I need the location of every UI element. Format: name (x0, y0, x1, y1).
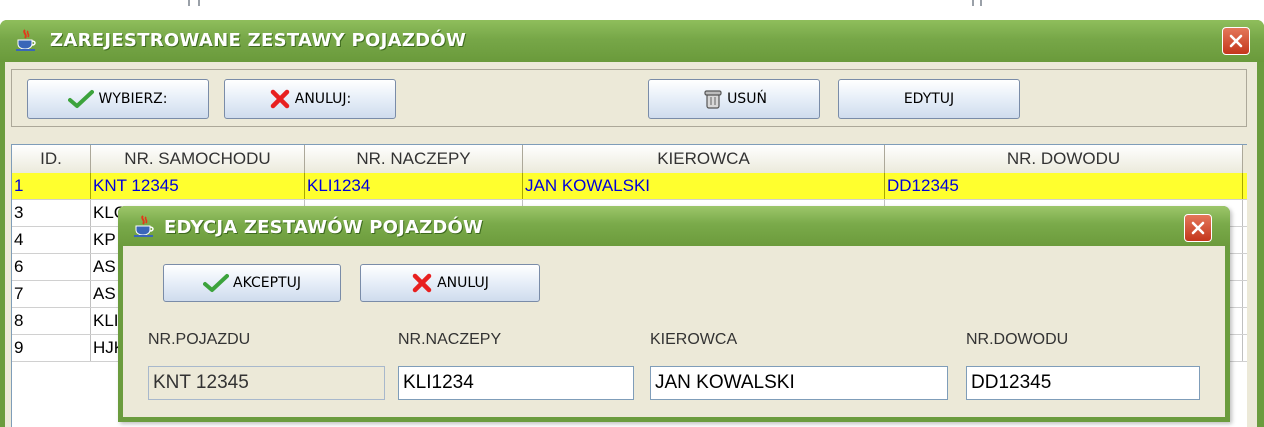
background-window-strip (0, 0, 1264, 22)
main-close-button[interactable] (1222, 27, 1250, 55)
dialog-cancel-button[interactable]: ANULUJ (360, 264, 540, 302)
select-button-label: WYBIERZ: (98, 91, 168, 107)
table-cell: DD12345 (885, 173, 1243, 199)
select-button[interactable]: WYBIERZ: (27, 79, 209, 119)
dialog-titlebar[interactable]: EDYCJA ZESTAWÓW POJAZDÓW (118, 206, 1230, 246)
column-header-document[interactable]: NR. DOWODU (885, 145, 1243, 173)
cancel-button-label: ANULUJ: (294, 91, 352, 107)
document-number-field[interactable] (966, 366, 1200, 400)
dialog-title: EDYCJA ZESTAWÓW POJAZDÓW (164, 217, 484, 238)
cancel-button[interactable]: ANULUJ: (224, 79, 396, 119)
cross-icon (270, 89, 289, 109)
driver-label: KIEROWCA (650, 331, 738, 348)
dialog-client-area: AKCEPTUJ ANULUJ NR.POJAZDU NR.NACZEPY KI… (123, 246, 1225, 417)
vehicle-number-label: NR.POJAZDU (148, 331, 251, 348)
delete-button-label: USUŃ (727, 91, 767, 107)
cross-icon (412, 273, 432, 293)
document-number-label: NR.DOWODU (966, 331, 1069, 348)
table-cell: KNT 12345 (91, 173, 305, 199)
table-cell: 3 (12, 200, 91, 226)
checkmark-icon (68, 90, 95, 108)
edit-button-label: EDYTUJ (903, 91, 955, 107)
trash-bin-icon (704, 90, 722, 109)
main-window-title: ZAREJESTROWANE ZESTAWY POJAZDÓW (50, 30, 467, 51)
close-icon (1229, 34, 1243, 48)
table-header: ID. NR. SAMOCHODU NR. NACZEPY KIEROWCA N… (12, 145, 1247, 174)
table-row[interactable]: 1 KNT 12345 KLI1234 JAN KOWALSKI DD12345 (12, 173, 1247, 200)
background-divider (972, 0, 974, 6)
trailer-number-label: NR.NACZEPY (398, 331, 502, 348)
edit-dialog: EDYCJA ZESTAWÓW POJAZDÓW AKCEPTUJ ANULUJ… (118, 206, 1230, 422)
vehicle-number-field[interactable] (148, 366, 385, 400)
table-cell: 9 (12, 335, 91, 361)
toolbar-panel: WYBIERZ: ANULUJ: USUŃ EDYTUJ (11, 69, 1247, 127)
dialog-cancel-button-label: ANULUJ (437, 275, 489, 291)
table-cell: 8 (12, 308, 91, 334)
checkmark-icon (203, 274, 229, 292)
table-cell: 1 (12, 173, 91, 199)
background-divider (188, 0, 190, 6)
driver-field[interactable] (650, 366, 948, 400)
column-header-vehicle[interactable]: NR. SAMOCHODU (91, 145, 305, 173)
table-cell: JAN KOWALSKI (523, 173, 885, 199)
background-divider (980, 0, 982, 6)
table-cell: KLI1234 (305, 173, 523, 199)
table-cell: 7 (12, 281, 91, 307)
accept-button-label: AKCEPTUJ (233, 275, 301, 291)
accept-button[interactable]: AKCEPTUJ (163, 264, 341, 302)
edit-button[interactable]: EDYTUJ (838, 79, 1020, 119)
delete-button[interactable]: USUŃ (648, 79, 820, 119)
dialog-close-button[interactable] (1184, 214, 1212, 242)
trailer-number-field[interactable] (398, 366, 634, 400)
column-header-driver[interactable]: KIEROWCA (523, 145, 885, 173)
main-titlebar[interactable]: ZAREJESTROWANE ZESTAWY POJAZDÓW (0, 20, 1264, 62)
column-header-id[interactable]: ID. (12, 145, 91, 173)
background-divider (198, 0, 200, 6)
java-cup-icon (132, 214, 156, 238)
table-cell: 6 (12, 254, 91, 280)
java-cup-icon (14, 28, 38, 52)
table-cell: 4 (12, 227, 91, 253)
close-icon (1191, 221, 1205, 235)
column-header-trailer[interactable]: NR. NACZEPY (305, 145, 523, 173)
